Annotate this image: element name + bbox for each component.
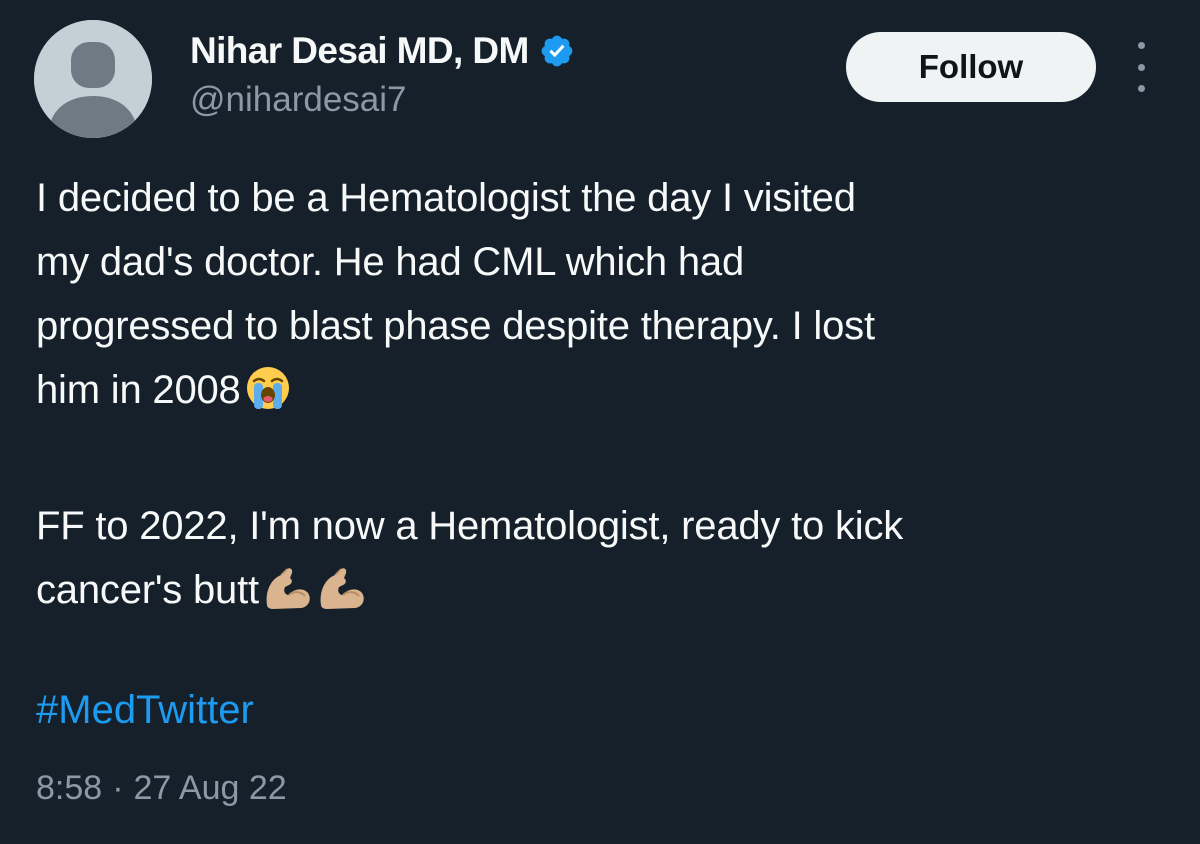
hashtag-link[interactable]: #MedTwitter (36, 678, 254, 742)
timestamp-separator: · (112, 769, 124, 807)
default-avatar-icon[interactable] (34, 20, 152, 138)
tweet-timestamp[interactable]: 8:58 · 27 Aug 22 (36, 760, 287, 816)
tweet-line: FF to 2022, I'm now a Hematologist, read… (36, 504, 904, 548)
tweet-line: I decided to be a Hematologist the day I… (36, 176, 856, 220)
more-dot (1137, 42, 1145, 49)
author-display-name[interactable]: Nihar Desai MD, DM (190, 30, 529, 72)
flexed-biceps-emoji (263, 565, 313, 630)
verified-badge-icon[interactable] (539, 33, 575, 69)
tweet: Nihar Desai MD, DM @nihardesai7 Follow I… (0, 0, 1200, 844)
loudly-crying-face-emoji (245, 365, 291, 430)
more-dot (1137, 85, 1145, 92)
author-name-row: Nihar Desai MD, DM (190, 28, 575, 74)
tweet-line: him in 2008 (36, 368, 241, 412)
follow-button[interactable]: Follow (846, 32, 1096, 102)
author-handle[interactable]: @nihardesai7 (190, 80, 407, 120)
tweet-line-with-emoji: cancer's butt (36, 558, 1176, 630)
tweet-line: cancer's butt (36, 568, 259, 612)
tweet-paragraph-1: I decided to be a Hematologist the day I… (36, 166, 1176, 430)
tweet-line-with-emoji: him in 2008 (36, 358, 1176, 430)
tweet-body: I decided to be a Hematologist the day I… (36, 166, 1176, 630)
tweet-time: 8:58 (36, 769, 103, 807)
more-vertical-icon[interactable] (1126, 42, 1156, 92)
tweet-line: my dad's doctor. He had CML which had (36, 240, 745, 284)
tweet-line: progressed to blast phase despite therap… (36, 304, 875, 348)
tweet-date: 27 Aug 22 (133, 769, 287, 807)
more-dot (1137, 63, 1145, 71)
tweet-paragraph-2: FF to 2022, I'm now a Hematologist, read… (36, 494, 1176, 630)
flexed-biceps-emoji (317, 565, 367, 630)
